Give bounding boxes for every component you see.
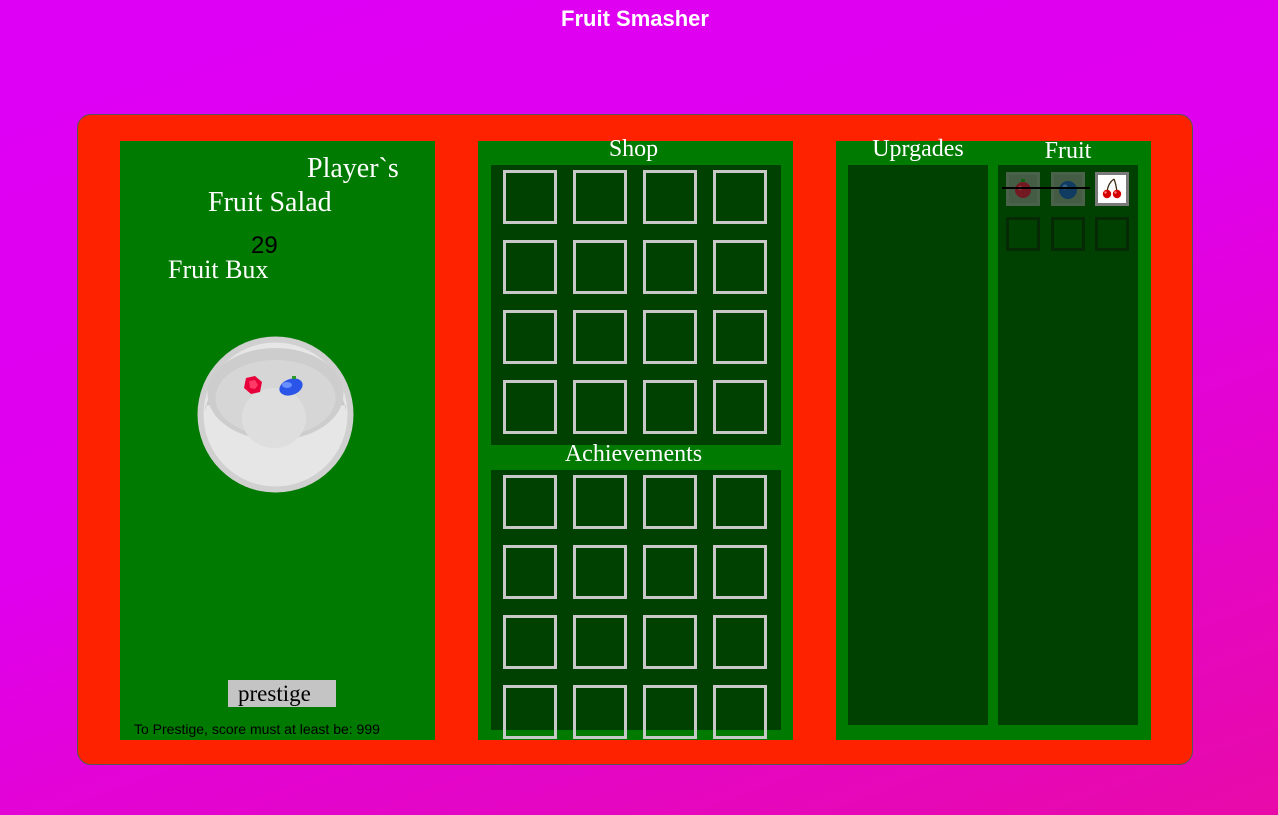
achievements-grid	[491, 470, 781, 739]
fruit-bux-label: Fruit Bux	[168, 255, 269, 284]
achievements-title: Achievements	[564, 441, 703, 467]
achievement-slot	[573, 615, 627, 669]
achievement-slot	[503, 545, 557, 599]
shop-slot[interactable]	[643, 380, 697, 434]
fruit-slot-empty[interactable]	[1095, 217, 1129, 251]
fruit-salad-label: Fruit Salad	[208, 187, 332, 218]
locked-fruit-strike	[1002, 187, 1090, 189]
achievement-slot	[643, 685, 697, 739]
fruit-bowl-button[interactable]	[194, 336, 357, 493]
shop-slot[interactable]	[503, 310, 557, 364]
shop-slot[interactable]	[503, 380, 557, 434]
players-label: Player`s	[307, 153, 399, 184]
shop-slot[interactable]	[573, 240, 627, 294]
shop-grid	[491, 165, 781, 445]
fruit-title: Fruit	[1044, 138, 1092, 164]
achievement-slot	[643, 615, 697, 669]
page-title: Fruit Smasher	[561, 6, 709, 31]
fruit-salad-panel: Player`s Fruit Salad 29 Fruit Bux presti…	[120, 141, 435, 740]
shop-slot[interactable]	[643, 310, 697, 364]
shop-title: Shop	[608, 136, 659, 162]
prestige-requirement: To Prestige, score must at least be: 999	[134, 721, 380, 737]
achievement-slot	[503, 615, 557, 669]
achievement-slot	[713, 615, 767, 669]
fruit-slot-blueberry[interactable]	[1051, 172, 1085, 206]
achievement-slot	[573, 685, 627, 739]
shop-slot[interactable]	[503, 240, 557, 294]
fruit-slot-cherry[interactable]	[1095, 172, 1129, 206]
achievement-slot	[713, 685, 767, 739]
achievement-slot	[643, 475, 697, 529]
achievement-slot	[713, 545, 767, 599]
achievement-slot	[643, 545, 697, 599]
fruit-slot-raspberry[interactable]	[1006, 172, 1040, 206]
prestige-button[interactable]: prestige	[228, 680, 336, 707]
upgrades-list	[848, 165, 988, 725]
shop-slot[interactable]	[713, 240, 767, 294]
blueberry-icon	[1059, 181, 1077, 199]
shop-panel: Shop Achievements	[478, 136, 793, 740]
cherry-icon	[1102, 178, 1122, 199]
upgrades-fruit-panel: Uprgades Fruit	[836, 136, 1151, 740]
achievement-slot	[573, 475, 627, 529]
shop-slot[interactable]	[573, 310, 627, 364]
shop-slot[interactable]	[643, 240, 697, 294]
achievement-slot	[503, 475, 557, 529]
shop-slot[interactable]	[573, 380, 627, 434]
achievement-slot	[503, 685, 557, 739]
shop-slot[interactable]	[713, 310, 767, 364]
shop-slot[interactable]	[643, 170, 697, 224]
shop-slot[interactable]	[713, 170, 767, 224]
fruit-slot-empty[interactable]	[1006, 217, 1040, 251]
upgrades-title: Uprgades	[872, 136, 964, 162]
shop-slot[interactable]	[573, 170, 627, 224]
achievement-slot	[713, 475, 767, 529]
shop-slot[interactable]	[503, 170, 557, 224]
raspberry-icon	[1015, 179, 1031, 198]
shop-slot[interactable]	[713, 380, 767, 434]
fruit-slot-empty[interactable]	[1051, 217, 1085, 251]
achievement-slot	[573, 545, 627, 599]
